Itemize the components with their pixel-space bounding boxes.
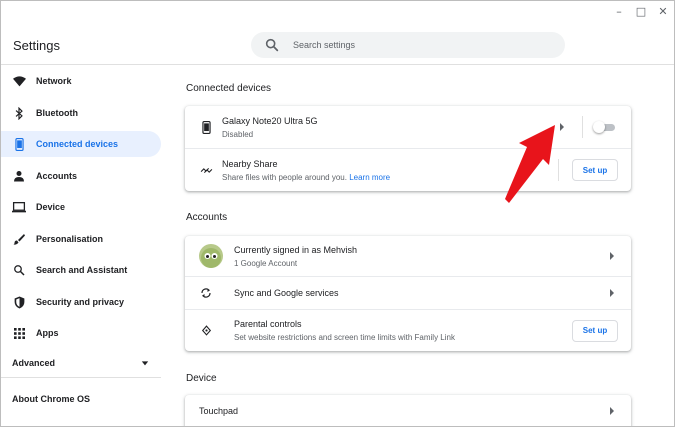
touchpad-row[interactable]: Touchpad	[185, 395, 631, 426]
section-title-accounts: Accounts	[186, 212, 228, 223]
parental-controls-row[interactable]: Parental controls Set website restrictio…	[185, 310, 631, 351]
sidebar-item-network[interactable]: Network	[1, 68, 161, 94]
advanced-label: Advanced	[12, 358, 56, 368]
avatar	[199, 244, 223, 268]
search-icon	[265, 38, 279, 52]
sidebar-item-accounts[interactable]: Accounts	[1, 163, 161, 189]
current-account-title: Currently signed in as Mehvish	[234, 244, 358, 255]
parental-controls-title: Parental controls	[234, 319, 302, 329]
section-title-device: Device	[186, 373, 217, 384]
sidebar-item-label: Security and privacy	[36, 297, 125, 307]
section-title-connected-devices: Connected devices	[186, 83, 272, 94]
settings-window: Settings – □ ✕ Network Bluetooth	[0, 0, 675, 427]
sync-row[interactable]: Sync and Google services	[185, 277, 631, 309]
person-icon	[12, 169, 26, 183]
vertical-divider	[582, 116, 583, 138]
phone-toggle[interactable]	[593, 121, 615, 133]
toggle-knob	[593, 121, 605, 133]
nearby-share-desc-text: Share files with people around you.	[222, 172, 347, 182]
header: Settings – □ ✕	[1, 1, 674, 65]
sync-icon	[199, 286, 213, 300]
phone-status: Disabled	[222, 129, 254, 139]
nearby-share-title: Nearby Share	[222, 158, 278, 169]
sidebar-divider	[1, 377, 161, 378]
sidebar-item-apps[interactable]: Apps	[1, 320, 161, 346]
nearby-share-icon	[199, 163, 213, 177]
connected-devices-card: Galaxy Note20 Ultra 5G Disabled Nearby S…	[185, 106, 631, 191]
sidebar: Network Bluetooth Connected devices Acco…	[1, 65, 171, 426]
caret-right-icon	[610, 407, 614, 415]
nearby-share-description: Share files with people around you. Lear…	[222, 173, 390, 182]
search-icon	[12, 263, 26, 277]
wifi-icon	[12, 74, 26, 88]
sidebar-item-security-and-privacy[interactable]: Security and privacy	[1, 289, 161, 315]
parental-controls-icon	[199, 324, 213, 338]
sidebar-item-label: Personalisation	[36, 234, 104, 244]
sidebar-item-label: Network	[36, 76, 72, 86]
device-card: Touchpad	[185, 395, 631, 426]
grid-icon	[12, 326, 26, 340]
sidebar-item-label: Search and Assistant	[36, 265, 128, 275]
sidebar-item-bluetooth[interactable]: Bluetooth	[1, 100, 161, 126]
current-account-row[interactable]: Currently signed in as Mehvish 1 Google …	[185, 236, 631, 276]
sidebar-advanced-toggle[interactable]: Advanced	[1, 351, 161, 375]
touchpad-title: Touchpad	[199, 406, 239, 416]
close-icon[interactable]: ✕	[658, 5, 668, 18]
search-input[interactable]	[293, 40, 543, 50]
sync-title: Sync and Google services	[234, 288, 339, 298]
sidebar-item-label: Accounts	[36, 171, 78, 181]
learn-more-link[interactable]: Learn more	[349, 173, 390, 182]
bluetooth-icon	[12, 106, 26, 120]
parental-controls-description: Set website restrictions and screen time…	[234, 333, 455, 342]
parental-controls-setup-button[interactable]: Set up	[572, 319, 618, 342]
sidebar-item-label: Connected devices	[36, 139, 119, 149]
sidebar-item-about[interactable]: About Chrome OS	[12, 394, 90, 404]
sidebar-item-personalisation[interactable]: Personalisation	[1, 226, 161, 252]
accounts-card: Currently signed in as Mehvish 1 Google …	[185, 236, 631, 351]
sidebar-item-label: Apps	[36, 328, 59, 338]
phone-icon	[199, 120, 213, 134]
shield-icon	[12, 295, 26, 309]
nearby-share-setup-button[interactable]: Set up	[572, 159, 618, 181]
phone-name: Galaxy Note20 Ultra 5G	[222, 115, 318, 126]
maximize-icon[interactable]: □	[636, 5, 646, 18]
sidebar-item-connected-devices[interactable]: Connected devices	[1, 131, 161, 157]
sidebar-item-label: Device	[36, 202, 66, 212]
sidebar-item-label: Bluetooth	[36, 108, 78, 118]
phone-icon	[12, 137, 26, 151]
laptop-icon	[12, 200, 26, 214]
main-content: Connected devices Galaxy Note20 Ultra 5G…	[171, 65, 674, 426]
phone-row[interactable]: Galaxy Note20 Ultra 5G Disabled	[185, 106, 631, 148]
search-box[interactable]	[251, 32, 565, 58]
caret-right-icon	[610, 289, 614, 297]
current-account-subtitle: 1 Google Account	[234, 258, 298, 268]
nearby-share-text: Nearby Share Share files with people aro…	[222, 159, 390, 182]
sidebar-item-device[interactable]: Device	[1, 194, 161, 220]
page-title: Settings	[13, 38, 60, 53]
window-controls: – □ ✕	[614, 5, 668, 18]
current-account-text: Currently signed in as Mehvish 1 Google …	[234, 245, 357, 268]
sidebar-item-search-and-assistant[interactable]: Search and Assistant	[1, 257, 161, 283]
caret-right-icon	[610, 252, 614, 260]
phone-text: Galaxy Note20 Ultra 5G Disabled	[222, 116, 318, 139]
touchpad-text: Touchpad	[199, 406, 238, 416]
caret-right-icon[interactable]	[559, 123, 565, 131]
sync-text: Sync and Google services	[234, 288, 339, 298]
brush-icon	[12, 232, 26, 246]
parental-controls-text: Parental controls Set website restrictio…	[234, 319, 455, 342]
caret-down-icon	[141, 361, 149, 366]
nearby-share-row[interactable]: Nearby Share Share files with people aro…	[185, 149, 631, 191]
annotation-arrow-icon	[505, 125, 555, 203]
minimize-icon[interactable]: –	[614, 5, 624, 18]
